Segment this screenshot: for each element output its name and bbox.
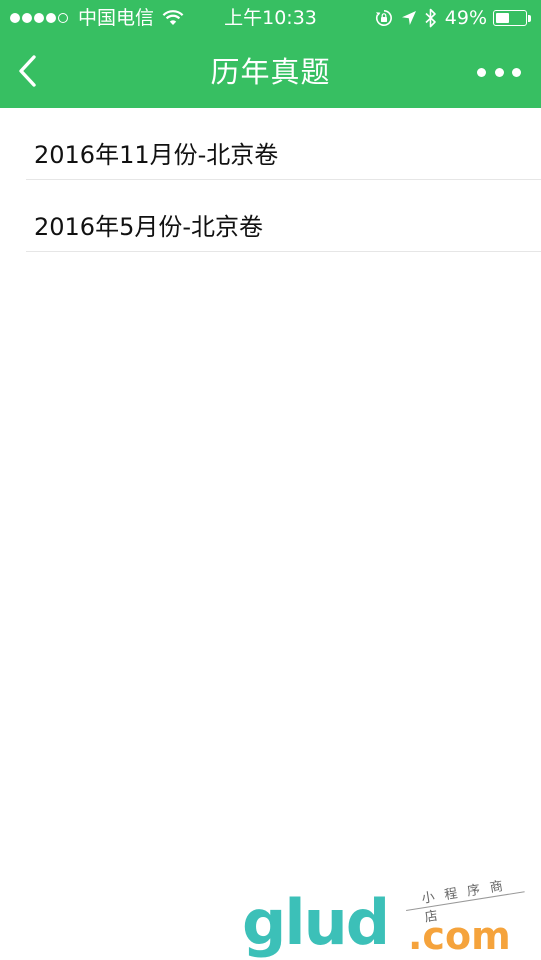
- more-dots-icon[interactable]: [477, 64, 521, 80]
- more-dot: [477, 67, 486, 77]
- more-dot: [512, 67, 521, 77]
- status-bar: 中国电信 上午10:33 49%: [0, 0, 541, 36]
- location-arrow-icon: [401, 11, 416, 25]
- rotation-lock-icon: [375, 10, 392, 26]
- battery-tip: [528, 14, 531, 22]
- status-right: 49%: [367, 7, 531, 29]
- more-dot: [494, 67, 504, 77]
- battery-percent: 49%: [444, 7, 487, 29]
- watermark-domain: .com: [408, 914, 511, 958]
- list-item-label: 2016年11月份-北京卷: [34, 141, 279, 169]
- watermark-brand: glud: [242, 886, 390, 959]
- watermark-logo: glud 小程序商店 .com: [242, 878, 532, 959]
- list-item-label: 2016年5月份-北京卷: [34, 213, 264, 241]
- app-header: 中国电信 上午10:33 49% 历年真题: [0, 0, 541, 108]
- list-item[interactable]: 2016年11月份-北京卷: [26, 108, 541, 180]
- navigation-bar: 历年真题: [0, 36, 541, 108]
- exam-list: 2016年11月份-北京卷 2016年5月份-北京卷: [0, 108, 541, 252]
- battery-level: [496, 13, 509, 23]
- bluetooth-icon: [425, 8, 436, 28]
- list-item[interactable]: 2016年5月份-北京卷: [26, 180, 541, 252]
- battery-icon: [493, 10, 527, 26]
- page-title: 历年真题: [210, 55, 331, 89]
